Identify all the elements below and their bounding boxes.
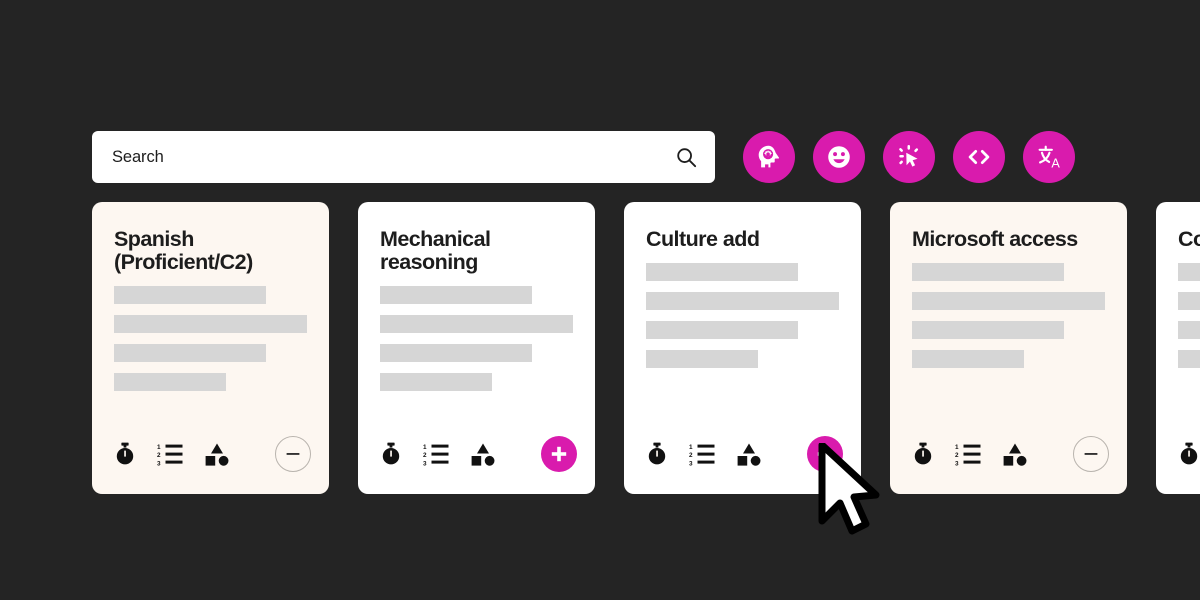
card-meta-icons: 123 [646, 442, 762, 466]
minus-icon [1084, 453, 1098, 455]
remove-assessment-button[interactable] [275, 436, 311, 472]
placeholder-bar [380, 343, 533, 362]
search-bar[interactable] [92, 131, 715, 183]
placeholder-bar [912, 262, 1065, 281]
stopwatch-icon [114, 442, 136, 466]
placeholder-bar [114, 314, 307, 333]
minus-icon [286, 453, 300, 455]
card-title: Spanish (Proficient/C2) [114, 227, 253, 274]
shapes-icon [470, 442, 496, 466]
translate-icon: A [1038, 145, 1060, 171]
filter-cursor-click-icon[interactable] [883, 131, 935, 183]
remove-assessment-button[interactable] [1073, 436, 1109, 472]
category-filter-row: A [743, 131, 1075, 183]
cursor-click-icon [899, 145, 919, 167]
assessment-card[interactable]: Spanish (Proficient/C2) 1 2 3 [92, 202, 329, 494]
shapes-icon [1002, 442, 1028, 466]
placeholder-bar [646, 349, 758, 368]
svg-text:2: 2 [955, 452, 959, 459]
placeholder-bar [912, 349, 1024, 368]
svg-text:3: 3 [689, 460, 693, 466]
assessment-card[interactable]: Culture add 1 2 3 [624, 202, 861, 494]
numbered-list-icon: 123 [157, 442, 183, 466]
stopwatch-icon [646, 442, 668, 466]
stopwatch-icon [380, 442, 402, 466]
shapes-icon [736, 442, 762, 466]
svg-text:3: 3 [423, 460, 427, 466]
card-description-placeholder [114, 285, 307, 402]
card-title: Mechanical reasoning [380, 227, 491, 274]
smiley-face-icon [828, 146, 850, 168]
toolbar: A [92, 131, 1075, 183]
svg-text:1: 1 [689, 444, 693, 451]
placeholder-bar [380, 314, 573, 333]
add-assessment-button[interactable] [807, 436, 843, 472]
svg-text:1: 1 [423, 444, 427, 451]
svg-text:3: 3 [157, 460, 161, 466]
svg-text:2: 2 [423, 452, 427, 459]
placeholder-bar [646, 291, 839, 310]
placeholder-bar [1178, 291, 1200, 310]
svg-text:2: 2 [689, 452, 693, 459]
card-description-placeholder [1178, 262, 1200, 379]
assessment-card-rail[interactable]: Spanish (Proficient/C2) 1 2 3 Mechanical rea… [92, 202, 1200, 494]
card-footer: 123 [1178, 436, 1200, 472]
numbered-list-icon: 123 [423, 442, 449, 466]
filter-smiley-face-icon[interactable] [813, 131, 865, 183]
card-footer: 123 [646, 436, 843, 472]
card-title: Culture add [646, 227, 760, 251]
plus-icon [817, 446, 833, 462]
card-footer: 123 [380, 436, 577, 472]
assessment-card[interactable]: Mechanical reasoning 1 2 3 [358, 202, 595, 494]
assessment-card[interactable]: Microsoft access 1 2 3 [890, 202, 1127, 494]
assessment-card[interactable]: Co De 123 [1156, 202, 1200, 494]
svg-text:1: 1 [157, 444, 161, 451]
search-icon[interactable] [675, 146, 697, 168]
placeholder-bar [114, 285, 267, 304]
numbered-list-icon: 123 [689, 442, 715, 466]
code-brackets-icon [968, 150, 990, 164]
svg-text:2: 2 [157, 452, 161, 459]
placeholder-bar [380, 285, 533, 304]
search-input[interactable] [112, 147, 675, 167]
add-assessment-button[interactable] [541, 436, 577, 472]
card-meta-icons: 123 [114, 442, 230, 466]
shapes-icon [204, 442, 230, 466]
card-footer: 123 [912, 436, 1109, 472]
placeholder-bar [1178, 320, 1200, 339]
svg-text:1: 1 [955, 444, 959, 451]
card-title: Co De [1178, 227, 1200, 251]
svg-text:3: 3 [955, 460, 959, 466]
svg-text:A: A [1051, 157, 1060, 171]
head-gear-icon [758, 145, 780, 168]
filter-code-brackets-icon[interactable] [953, 131, 1005, 183]
placeholder-bar [646, 320, 799, 339]
card-description-placeholder [646, 262, 839, 379]
stopwatch-icon [1178, 442, 1200, 466]
stopwatch-icon [912, 442, 934, 466]
placeholder-bar [114, 343, 267, 362]
card-meta-icons: 123 [380, 442, 496, 466]
filter-translate-icon[interactable]: A [1023, 131, 1075, 183]
placeholder-bar [114, 372, 226, 391]
placeholder-bar [380, 372, 492, 391]
card-description-placeholder [912, 262, 1105, 379]
numbered-list-icon: 123 [955, 442, 981, 466]
card-meta-icons: 123 [1178, 442, 1200, 466]
card-title: Microsoft access [912, 227, 1078, 251]
placeholder-bar [1178, 349, 1200, 368]
card-footer: 123 [114, 436, 311, 472]
plus-icon [551, 446, 567, 462]
card-meta-icons: 123 [912, 442, 1028, 466]
placeholder-bar [646, 262, 799, 281]
placeholder-bar [912, 320, 1065, 339]
placeholder-bar [912, 291, 1105, 310]
card-description-placeholder [380, 285, 573, 402]
filter-head-gear-icon[interactable] [743, 131, 795, 183]
placeholder-bar [1178, 262, 1200, 281]
